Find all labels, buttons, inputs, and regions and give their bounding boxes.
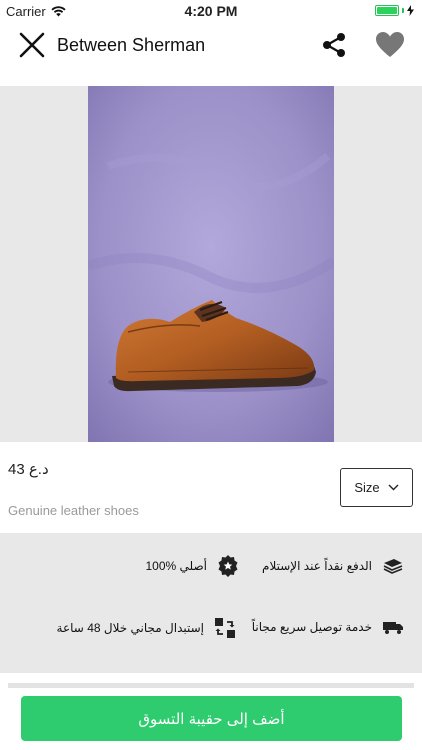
status-time: 4:20 PM [184, 3, 238, 19]
feature-free-exchange-label: إستبدال مجاني خلال 48 ساعة [56, 621, 204, 635]
add-to-bag-button[interactable]: أضف إلى حقيبة التسوق [21, 696, 402, 741]
size-dropdown[interactable]: Size [340, 468, 413, 507]
battery-icon [375, 5, 399, 16]
status-bar: Carrier 4:20 PM [0, 0, 422, 22]
product-image[interactable] [88, 86, 334, 442]
size-dropdown-label: Size [354, 480, 380, 495]
exchange-icon [215, 618, 235, 638]
feature-cash-on-delivery: الدفع نقداً عند الإستلام [262, 557, 404, 575]
feature-fast-delivery-label: خدمة توصيل سريع مجاناً [251, 620, 372, 634]
navigation-bar: Between Sherman [0, 22, 422, 86]
feature-cash-on-delivery-label: الدفع نقداً عند الإستلام [262, 559, 372, 573]
charging-bolt-icon [407, 5, 414, 16]
feature-fast-delivery: خدمة توصيل سريع مجاناً [252, 619, 404, 635]
add-to-bag-label: أضف إلى حقيبة التسوق [138, 710, 285, 728]
badge-star-icon [218, 555, 238, 577]
feature-original: 100% أصلي [145, 555, 239, 577]
battery-indicator [375, 5, 414, 16]
features-panel: الدفع نقداً عند الإستلام 100% أصلي خدمة … [0, 533, 422, 673]
page-title: Between Sherman [57, 35, 206, 55]
product-image-area [0, 86, 422, 442]
share-icon[interactable] [320, 31, 348, 59]
feature-original-label: 100% أصلي [145, 559, 207, 573]
divider [8, 683, 414, 688]
heart-icon[interactable] [375, 31, 405, 59]
product-price: 43 د.ع [8, 461, 49, 478]
close-icon[interactable] [18, 31, 46, 59]
delivery-truck-icon [383, 622, 403, 634]
cash-icon [383, 559, 403, 574]
chevron-down-icon [388, 484, 399, 491]
feature-free-exchange: إستبدال مجاني خلال 48 ساعة [57, 617, 236, 639]
product-description: Genuine leather shoes [8, 503, 139, 518]
